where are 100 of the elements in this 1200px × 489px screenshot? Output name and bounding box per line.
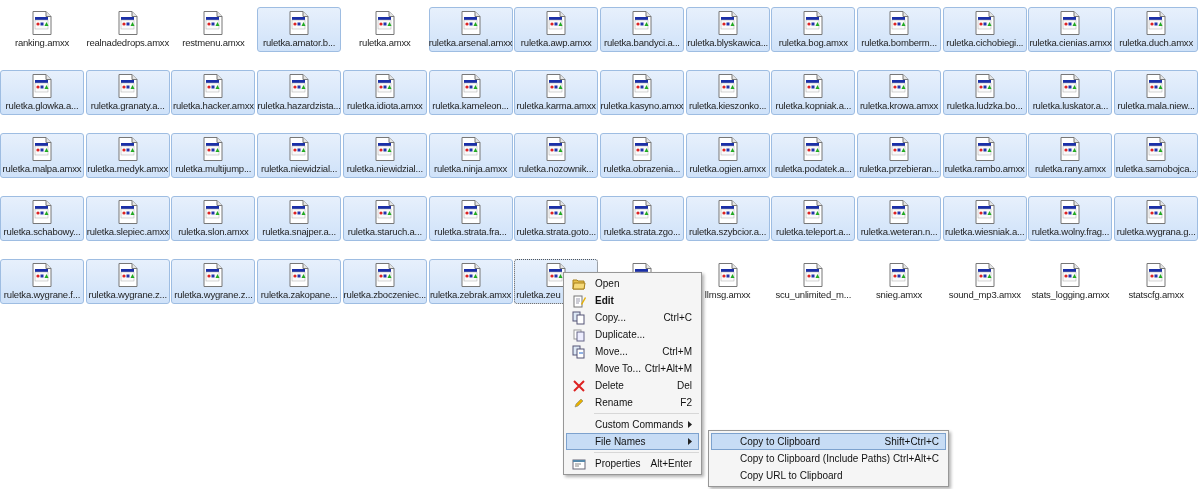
file-item[interactable]: ruletka.wygrane.z... — [171, 259, 256, 304]
file-item[interactable]: ruletka.duch.amxx — [1114, 7, 1199, 52]
file-item[interactable]: ruletka.przebieran... — [857, 133, 942, 178]
file-item[interactable]: ruletka.mala.niew... — [1114, 70, 1199, 115]
file-icon — [374, 200, 395, 224]
file-name: ruletka.zboczeniec... — [343, 289, 426, 300]
file-item[interactable]: ruletka.malpa.amxx — [0, 133, 84, 178]
file-item[interactable]: ruletka.zebrak.amxx — [428, 259, 513, 304]
file-item[interactable]: ruletka.kopniak.a... — [771, 70, 856, 115]
file-item[interactable]: ruletka.ninja.amxx — [428, 133, 513, 178]
file-icon — [974, 263, 995, 287]
file-item[interactable]: ruletka.kameleon... — [428, 70, 513, 115]
menu-item[interactable]: Copy URL to Clipboard — [711, 467, 946, 484]
menu-item[interactable]: Copy... Ctrl+C — [566, 309, 699, 326]
file-name: ruletka.malpa.amxx — [2, 163, 82, 174]
file-icon — [203, 263, 224, 287]
menu-item[interactable]: Duplicate... — [566, 326, 699, 343]
file-name: ruletka.slepiec.amxx — [86, 226, 169, 237]
file-item[interactable]: ruletka.obrazenia... — [599, 133, 684, 178]
file-icon — [460, 11, 481, 35]
file-item[interactable]: ruletka.hacker.amxx — [171, 70, 256, 115]
file-item[interactable]: ruletka.weteran.n... — [857, 196, 942, 241]
file-item[interactable]: ruletka.nozownik... — [514, 133, 599, 178]
file-item[interactable]: ruletka.zboczeniec... — [342, 259, 427, 304]
file-icon — [803, 74, 824, 98]
properties-icon — [572, 456, 586, 471]
file-item[interactable]: ruletka.ogien.amxx — [685, 133, 770, 178]
file-item[interactable]: ruletka.luskator.a... — [1028, 70, 1113, 115]
file-item[interactable]: ruletka.cienias.amxx — [1028, 7, 1113, 52]
file-item[interactable]: snieg.amxx — [857, 259, 942, 304]
move-icon — [572, 344, 586, 359]
file-item[interactable]: ruletka.idiota.amxx — [342, 70, 427, 115]
file-name: ruletka.idiota.amxx — [347, 100, 423, 111]
file-item[interactable]: ruletka.hazardzista... — [257, 70, 342, 115]
file-item[interactable]: ruletka.medyk.amxx — [85, 133, 170, 178]
file-item[interactable]: ruletka.szybcior.a... — [685, 196, 770, 241]
file-item[interactable]: ruletka.granaty.a... — [85, 70, 170, 115]
menu-item[interactable]: Rename F2 — [566, 394, 699, 411]
file-item[interactable]: ruletka.teleport.a... — [771, 196, 856, 241]
file-item[interactable]: ruletka.multijump... — [171, 133, 256, 178]
menu-item[interactable]: Properties Alt+Enter — [566, 455, 699, 472]
file-name: ruletka.kasyno.amxx — [600, 100, 684, 111]
file-item[interactable]: sound_mp3.amxx — [942, 259, 1027, 304]
menu-item[interactable]: Move... Ctrl+M — [566, 343, 699, 360]
file-item[interactable]: ruletka.bandyci.a... — [599, 7, 684, 52]
file-item[interactable]: ruletka.wiesniak.a... — [942, 196, 1027, 241]
file-item[interactable]: ruletka.staruch.a... — [342, 196, 427, 241]
file-icon — [1146, 263, 1167, 287]
file-item[interactable]: ruletka.krowa.amxx — [857, 70, 942, 115]
file-item[interactable]: stats_logging.amxx — [1028, 259, 1113, 304]
file-item[interactable]: scu_unlimited_m... — [771, 259, 856, 304]
file-item[interactable]: ruletka.rany.amxx — [1028, 133, 1113, 178]
file-item[interactable]: ruletka.awp.amxx — [514, 7, 599, 52]
menu-item[interactable]: Copy to Clipboard (Include Paths) Ctrl+Alt+C — [711, 450, 946, 467]
file-item[interactable]: ruletka.glowka.a... — [0, 70, 84, 115]
file-item[interactable]: ruletka.samobojca... — [1114, 133, 1199, 178]
file-item[interactable]: realnadedrops.amxx — [85, 7, 170, 52]
file-icon — [117, 200, 138, 224]
menu-item[interactable]: File Names — [566, 433, 699, 450]
file-item[interactable]: ruletka.amator.b... — [257, 7, 342, 52]
file-item[interactable]: ruletka.slepiec.amxx — [85, 196, 170, 241]
menu-item[interactable]: Delete Del — [566, 377, 699, 394]
file-item[interactable]: ruletka.arsenal.amxx — [428, 7, 513, 52]
file-item[interactable]: ruletka.snajper.a... — [257, 196, 342, 241]
file-item[interactable]: ruletka.schabowy... — [0, 196, 84, 241]
file-name: ruletka.amator.b... — [263, 37, 336, 48]
file-item[interactable]: ruletka.bog.amxx — [771, 7, 856, 52]
file-item[interactable]: ruletka.amxx — [342, 7, 427, 52]
menu-item[interactable]: Custom Commands — [566, 416, 699, 433]
file-icon — [460, 200, 481, 224]
file-item[interactable]: ruletka.podatek.a... — [771, 133, 856, 178]
file-icon — [460, 137, 481, 161]
file-item[interactable]: restmenu.amxx — [171, 7, 256, 52]
file-item[interactable]: ruletka.cichobiegi... — [942, 7, 1027, 52]
file-item[interactable]: ruletka.wygrane.f... — [0, 259, 84, 304]
file-item[interactable]: ruletka.blyskawica... — [685, 7, 770, 52]
file-icon — [117, 74, 138, 98]
file-item[interactable]: ruletka.ludzka.bo... — [942, 70, 1027, 115]
file-item[interactable]: ruletka.slon.amxx — [171, 196, 256, 241]
file-item[interactable]: ruletka.wygrane.z... — [85, 259, 170, 304]
file-item[interactable]: ruletka.strata.zgo... — [599, 196, 684, 241]
file-item[interactable]: ruletka.kasyno.amxx — [599, 70, 684, 115]
file-item[interactable]: ruletka.niewidzial... — [342, 133, 427, 178]
file-item[interactable]: ruletka.strata.fra... — [428, 196, 513, 241]
file-icon — [32, 263, 52, 287]
file-name: ruletka.wiesniak.a... — [945, 226, 1025, 237]
menu-item[interactable]: Copy to Clipboard Shift+Ctrl+C — [711, 433, 946, 450]
file-item[interactable]: ruletka.kieszonko... — [685, 70, 770, 115]
file-item[interactable]: ruletka.rambo.amxx — [942, 133, 1027, 178]
file-item[interactable]: ruletka.zakopane... — [257, 259, 342, 304]
file-item[interactable]: ruletka.karma.amxx — [514, 70, 599, 115]
file-item[interactable]: ruletka.niewidzial... — [257, 133, 342, 178]
file-item[interactable]: ruletka.bomberm... — [857, 7, 942, 52]
file-name: ruletka.cichobiegi... — [946, 37, 1024, 48]
menu-item[interactable]: Move To... Ctrl+Alt+M — [566, 360, 699, 377]
file-item[interactable]: ranking.amxx — [0, 7, 84, 52]
file-item[interactable]: ruletka.wygrana.g... — [1114, 196, 1199, 241]
file-item[interactable]: ruletka.wolny.frag... — [1028, 196, 1113, 241]
file-item[interactable]: statscfg.amxx — [1114, 259, 1199, 304]
file-item[interactable]: ruletka.strata.goto... — [514, 196, 599, 241]
